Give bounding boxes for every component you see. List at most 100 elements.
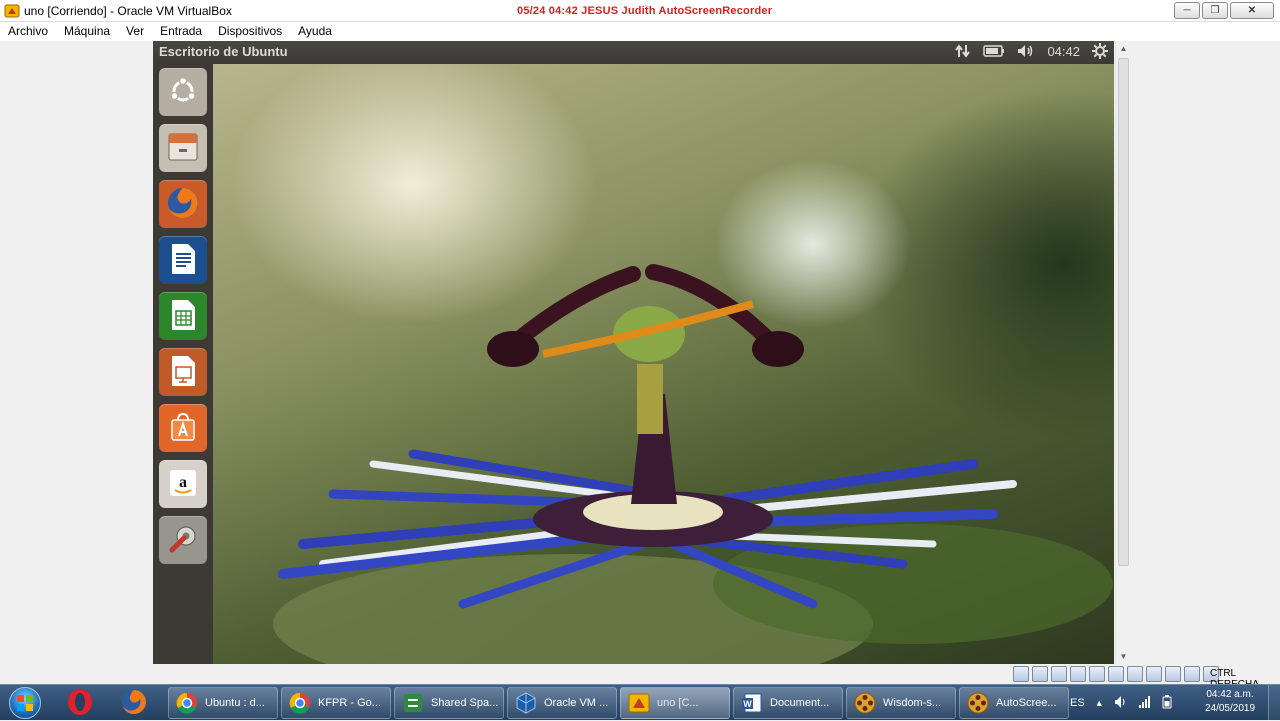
virtualbox-window-icon[interactable] [4, 3, 20, 19]
maximize-button[interactable]: ❐ [1202, 2, 1228, 19]
windows-logo-icon [9, 687, 41, 719]
status-icons [1013, 666, 1219, 682]
chrome-icon [175, 691, 199, 715]
writer-icon [168, 242, 198, 279]
restore-icon: ❐ [1210, 5, 1220, 16]
optical-drive-icon[interactable] [1032, 666, 1048, 682]
desktop-title: Escritorio de Ubuntu [159, 44, 288, 59]
panel-clock[interactable]: 04:42 [1047, 44, 1080, 59]
clock-date: 24/05/2019 [1204, 703, 1256, 714]
scroll-thumb[interactable] [1118, 58, 1129, 566]
launcher-amazon-button[interactable]: a [159, 460, 207, 508]
virtualization-icon[interactable] [1165, 666, 1181, 682]
ubuntu-logo-icon [168, 76, 198, 109]
speaker-icon[interactable] [1114, 695, 1128, 712]
taskbar-label: Ubuntu : d... [205, 697, 265, 709]
launcher-writer-button[interactable] [159, 236, 207, 284]
settings-wrench-icon [166, 522, 200, 559]
pinned-firefox[interactable] [112, 687, 156, 719]
software-center-icon [167, 411, 199, 446]
scroll-up-icon[interactable]: ▲ [1116, 41, 1131, 56]
passion-flower-image [273, 264, 1113, 664]
hard-disk-icon[interactable] [1013, 666, 1029, 682]
close-icon: ✕ [1247, 5, 1257, 16]
vertical-scrollbar[interactable]: ▲ ▼ [1115, 41, 1130, 664]
window-titlebar: uno [Corriendo] - Oracle VM VirtualBox 0… [0, 0, 1280, 22]
mouse-integration-icon[interactable] [1184, 666, 1200, 682]
taskbar-button-5[interactable]: W Document... [733, 687, 843, 719]
ubuntu-launcher: a [153, 64, 213, 664]
start-button[interactable] [4, 685, 46, 721]
taskbar-button-7[interactable]: AutoScree... [959, 687, 1069, 719]
shared-folders-icon[interactable] [1108, 666, 1124, 682]
indicator-area: 04:42 [955, 43, 1108, 59]
menu-archivo[interactable]: Archivo [0, 22, 56, 41]
audio-icon[interactable] [1051, 666, 1067, 682]
launcher-software-center-button[interactable] [159, 404, 207, 452]
taskbar-button-1[interactable]: KFPR - Go... [281, 687, 391, 719]
launcher-settings-button[interactable] [159, 516, 207, 564]
word-icon: W [740, 691, 764, 715]
launcher-impress-button[interactable] [159, 348, 207, 396]
firefox-icon [165, 185, 201, 224]
film-reel-icon [853, 691, 877, 715]
session-gear-icon[interactable] [1092, 43, 1108, 59]
taskbar-clock[interactable]: 04:42 a.m. 24/05/2019 [1196, 688, 1264, 716]
windows-taskbar: Ubuntu : d... KFPR - Go... Shared Spa...… [0, 684, 1280, 721]
network-arrows-icon[interactable] [955, 44, 971, 58]
video-capture-icon[interactable] [1146, 666, 1162, 682]
show-hidden-icons-icon[interactable]: ▲ [1095, 698, 1104, 708]
launcher-dash-button[interactable] [159, 68, 207, 116]
launcher-calc-button[interactable] [159, 292, 207, 340]
language-indicator[interactable]: ES [1070, 697, 1085, 709]
menu-ayuda[interactable]: Ayuda [290, 22, 340, 41]
volume-icon[interactable] [1017, 44, 1035, 58]
window-title: uno [Corriendo] - Oracle VM VirtualBox [24, 4, 232, 18]
taskbar-button-4[interactable]: uno [C... [620, 687, 730, 719]
network-icon[interactable] [1070, 666, 1086, 682]
show-desktop-button[interactable] [1268, 685, 1280, 721]
usb-icon[interactable] [1089, 666, 1105, 682]
taskbar-label: Document... [770, 697, 830, 709]
calc-icon [168, 298, 198, 335]
clock-time: 04:42 a.m. [1206, 689, 1254, 700]
launcher-firefox-button[interactable] [159, 180, 207, 228]
file-cabinet-icon [166, 130, 200, 167]
vm-statusbar: CTRL DERECHA [0, 664, 1280, 690]
amazon-icon: a [167, 467, 199, 502]
network-signal-icon[interactable] [1138, 695, 1152, 712]
svg-text:a: a [179, 474, 187, 491]
minimize-button[interactable]: ─ [1174, 2, 1200, 19]
taskbar-label: uno [C... [657, 697, 699, 709]
svg-text:W: W [743, 699, 752, 709]
display-icon[interactable] [1127, 666, 1143, 682]
taskbar-button-6[interactable]: Wisdom-s... [846, 687, 956, 719]
launcher-files-button[interactable] [159, 124, 207, 172]
taskbar-label: Shared Spa... [431, 697, 499, 709]
desktop-wallpaper[interactable] [213, 64, 1114, 664]
virtualbox-icon [514, 691, 538, 715]
shared-space-icon [401, 691, 425, 715]
pinned-opera[interactable] [58, 687, 102, 719]
menu-entrada[interactable]: Entrada [152, 22, 210, 41]
taskbar-label: Oracle VM ... [544, 697, 609, 709]
menu-dispositivos[interactable]: Dispositivos [210, 22, 290, 41]
taskbar-button-0[interactable]: Ubuntu : d... [168, 687, 278, 719]
battery-icon[interactable] [983, 45, 1005, 57]
taskbar-label: Wisdom-s... [883, 697, 942, 709]
menu-ver[interactable]: Ver [118, 22, 152, 41]
system-tray: ES ▲ [1070, 685, 1172, 721]
taskbar-label: AutoScree... [996, 697, 1057, 709]
virtualbox-vm-icon [627, 691, 651, 715]
impress-icon [168, 354, 198, 391]
taskbar-label: KFPR - Go... [318, 697, 381, 709]
guest-display[interactable]: Escritorio de Ubuntu 04:42 a [153, 41, 1114, 664]
scroll-down-icon[interactable]: ▼ [1116, 649, 1131, 664]
recorder-overlay-text: 05/24 04:42 JESUS Judith AutoScreenRecor… [517, 5, 773, 17]
battery-tray-icon[interactable] [1162, 694, 1172, 712]
taskbar-button-2[interactable]: Shared Spa... [394, 687, 504, 719]
taskbar-button-3[interactable]: Oracle VM ... [507, 687, 617, 719]
film-reel-icon [966, 691, 990, 715]
close-button[interactable]: ✕ [1230, 2, 1274, 19]
menu-maquina[interactable]: Máquina [56, 22, 118, 41]
